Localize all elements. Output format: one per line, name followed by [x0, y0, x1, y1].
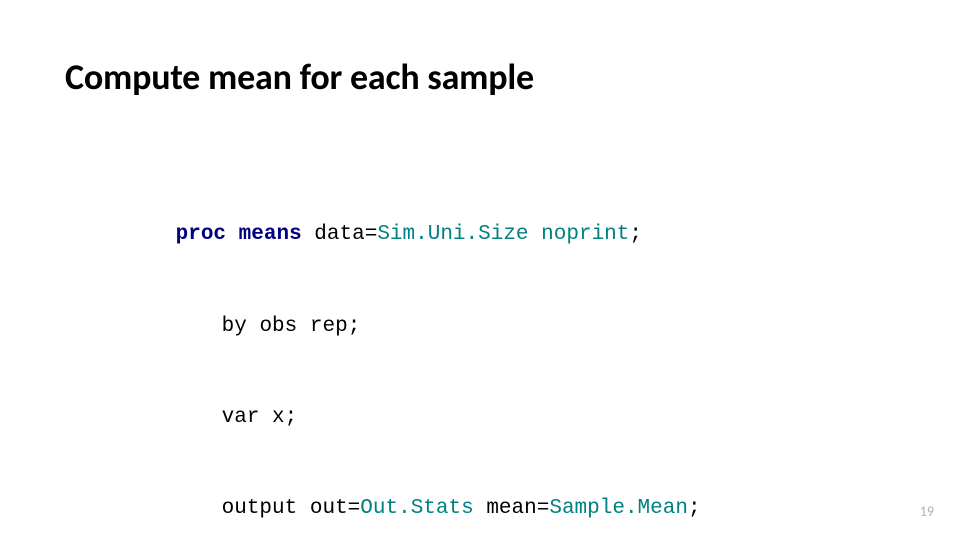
kw-mean: mean: [486, 497, 536, 520]
eq: =: [537, 497, 550, 520]
kw-means: means: [239, 223, 302, 246]
semicolon: ;: [285, 406, 298, 429]
semicolon: ;: [348, 315, 361, 338]
kw-out: out: [310, 497, 348, 520]
eq: =: [348, 497, 361, 520]
code-block: proc means data=Sim.Uni.Size noprint; by…: [100, 190, 780, 540]
slide-title: Compute mean for each sample: [65, 55, 534, 99]
slide: Compute mean for each sample proc means …: [0, 0, 960, 540]
kw-by: by: [222, 315, 247, 338]
var-rep: rep: [310, 315, 348, 338]
kw-data: data: [314, 223, 364, 246]
page-number: 19: [920, 503, 934, 520]
var-obs: obs: [259, 315, 297, 338]
code-line-2: by obs rep;: [100, 281, 780, 372]
code-line-1: proc means data=Sim.Uni.Size noprint;: [100, 190, 780, 281]
eq: =: [365, 223, 378, 246]
kw-var: var: [222, 406, 260, 429]
mean-var: Sample.Mean: [549, 497, 688, 520]
option-noprint: noprint: [541, 223, 629, 246]
dataset-name: Sim.Uni.Size: [377, 223, 528, 246]
kw-output: output: [222, 497, 298, 520]
code-line-4: output out=Out.Stats mean=Sample.Mean;: [100, 464, 780, 540]
var-x: x: [272, 406, 285, 429]
kw-proc: proc: [176, 223, 226, 246]
code-line-3: var x;: [100, 373, 780, 464]
semicolon: ;: [629, 223, 642, 246]
semicolon: ;: [688, 497, 701, 520]
out-dataset: Out.Stats: [360, 497, 473, 520]
